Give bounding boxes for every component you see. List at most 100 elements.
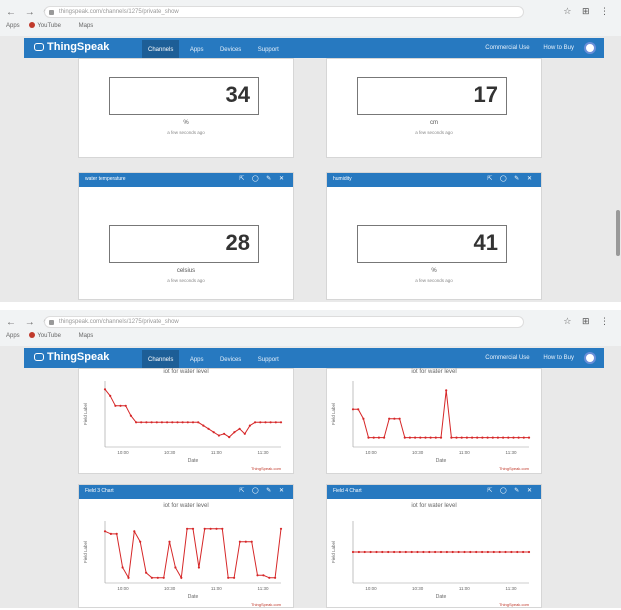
data-point xyxy=(156,576,159,579)
x-tick-label: 10:00 xyxy=(117,586,129,591)
data-point xyxy=(387,550,390,554)
x-tick-label: 11:00 xyxy=(459,586,470,591)
data-point xyxy=(162,576,165,579)
user-avatar[interactable] xyxy=(584,352,596,364)
browser-toolbar-icons[interactable]: ☆ ⊞ ⋮ xyxy=(563,6,613,17)
bookmark-maps[interactable]: Maps xyxy=(79,23,94,29)
widget-actions[interactable]: ⇱ ◯ ✎ ✕ xyxy=(487,175,535,182)
series-line xyxy=(353,390,529,439)
nav-apps[interactable]: Apps xyxy=(184,40,210,60)
data-point xyxy=(357,550,360,554)
data-point xyxy=(383,436,386,439)
screenshot-top: ← → ⟳ thingspeak.com/channels/1275/priva… xyxy=(0,0,621,302)
y-axis-label: Field Label xyxy=(331,541,336,563)
url-bar[interactable]: thingspeak.com/channels/1275/private_sho… xyxy=(44,6,524,18)
data-point xyxy=(362,417,365,420)
line-chart[interactable]: 10:00 10:30 11:00 11:30 Field Label Date Thing… xyxy=(327,369,541,473)
data-point xyxy=(248,424,251,427)
data-point xyxy=(186,527,189,530)
data-point xyxy=(357,408,360,411)
data-point xyxy=(221,527,224,530)
data-point xyxy=(439,436,443,439)
data-point xyxy=(486,550,489,554)
nav-how-to-buy[interactable]: How to Buy xyxy=(543,355,574,361)
lock-icon xyxy=(49,320,54,325)
widget-actions[interactable]: ⇱ ◯ ✎ ✕ xyxy=(487,487,535,494)
data-point xyxy=(150,421,153,424)
nav-commercial-use[interactable]: Commercial Use xyxy=(485,45,529,51)
data-point xyxy=(522,550,525,554)
data-point xyxy=(186,421,189,424)
data-point xyxy=(455,436,458,439)
timestamp-label: a few seconds ago xyxy=(167,130,205,135)
data-point xyxy=(121,566,124,569)
browser-toolbar-icons[interactable]: ☆ ⊞ ⋮ xyxy=(563,316,613,327)
thingspeak-logo[interactable]: ThingSpeak xyxy=(34,351,109,363)
data-point xyxy=(363,550,366,554)
bookmark-maps[interactable]: Maps xyxy=(79,333,94,339)
data-point xyxy=(429,436,432,439)
browser-bar: ← → ⟳ thingspeak.com/channels/1275/priva… xyxy=(0,310,621,346)
nav-right: Commercial Use How to Buy xyxy=(473,38,574,58)
url-bar[interactable]: thingspeak.com/channels/1275/private_sho… xyxy=(44,316,524,328)
data-point xyxy=(160,421,163,424)
chart-panel-field-3: Field 3 Chart ⇱ ◯ ✎ ✕ iot for water leve… xyxy=(78,484,294,608)
thingspeak-logo[interactable]: ThingSpeak xyxy=(34,41,109,53)
x-axis-label: Date xyxy=(188,594,199,600)
data-point xyxy=(393,550,396,554)
user-avatar[interactable] xyxy=(584,42,596,54)
data-point xyxy=(145,421,148,424)
bookmark-youtube[interactable]: YouTube xyxy=(29,332,69,339)
data-point xyxy=(139,540,142,543)
scrollbar-thumb[interactable] xyxy=(616,210,620,256)
thingspeak-navbar: ThingSpeak Channels Apps Devices Support… xyxy=(24,348,604,370)
nav-support[interactable]: Support xyxy=(252,350,285,370)
data-point xyxy=(279,527,283,530)
bookmarks-bar: Apps YouTube Maps xyxy=(6,22,101,29)
bookmarks-bar: Apps YouTube Maps xyxy=(6,332,101,339)
data-point xyxy=(408,436,411,439)
data-point xyxy=(403,436,406,439)
nav-how-to-buy[interactable]: How to Buy xyxy=(543,45,574,51)
data-point xyxy=(215,527,218,530)
nav-channels[interactable]: Channels xyxy=(142,40,180,60)
nav-commercial-use[interactable]: Commercial Use xyxy=(485,355,529,361)
data-point xyxy=(140,421,143,424)
x-tick-label: 10:30 xyxy=(412,450,424,455)
data-point xyxy=(238,427,241,430)
data-point xyxy=(171,421,174,424)
bookmark-apps[interactable]: Apps xyxy=(6,23,20,29)
data-point xyxy=(109,394,112,397)
nav-menu: Channels Apps Devices Support xyxy=(142,38,285,60)
widget-actions[interactable]: ⇱ ◯ ✎ ✕ xyxy=(239,487,287,494)
data-point xyxy=(254,421,257,424)
line-chart[interactable]: 10:00 10:30 11:00 11:30 Field Label Date Thing… xyxy=(327,509,541,608)
x-axis-label: Date xyxy=(436,458,447,464)
nav-support[interactable]: Support xyxy=(252,40,285,60)
data-point xyxy=(180,576,183,579)
widget-actions[interactable]: ⇱ ◯ ✎ ✕ xyxy=(239,175,287,182)
line-chart[interactable]: 10:00 10:30 11:00 11:30 Field Label Date Thing… xyxy=(79,509,293,608)
data-point xyxy=(274,421,277,424)
widget-title: Field 3 Chart xyxy=(85,488,114,494)
browser-bar: ← → ⟳ thingspeak.com/channels/1275/priva… xyxy=(0,0,621,36)
line-chart[interactable]: 10:00 10:30 11:00 11:30 Field Label Date Thing… xyxy=(79,369,293,473)
data-point xyxy=(516,550,519,554)
data-point xyxy=(228,436,231,439)
data-point xyxy=(233,576,236,579)
nav-devices[interactable]: Devices xyxy=(214,40,247,60)
chart-panel-field-4: Field 4 Chart ⇱ ◯ ✎ ✕ iot for water leve… xyxy=(326,484,542,608)
nav-devices[interactable]: Devices xyxy=(214,350,247,370)
nav-apps[interactable]: Apps xyxy=(184,350,210,370)
data-point xyxy=(404,550,407,554)
nav-channels[interactable]: Channels xyxy=(142,350,180,370)
data-point xyxy=(129,414,132,417)
bookmark-label: YouTube xyxy=(37,332,61,339)
data-point xyxy=(124,404,127,407)
bookmark-youtube[interactable]: YouTube xyxy=(29,22,69,29)
widget-title: Field 4 Chart xyxy=(333,488,362,494)
data-point xyxy=(481,550,484,554)
bookmark-apps[interactable]: Apps xyxy=(6,333,20,339)
data-point xyxy=(492,550,495,554)
data-point xyxy=(410,550,413,554)
